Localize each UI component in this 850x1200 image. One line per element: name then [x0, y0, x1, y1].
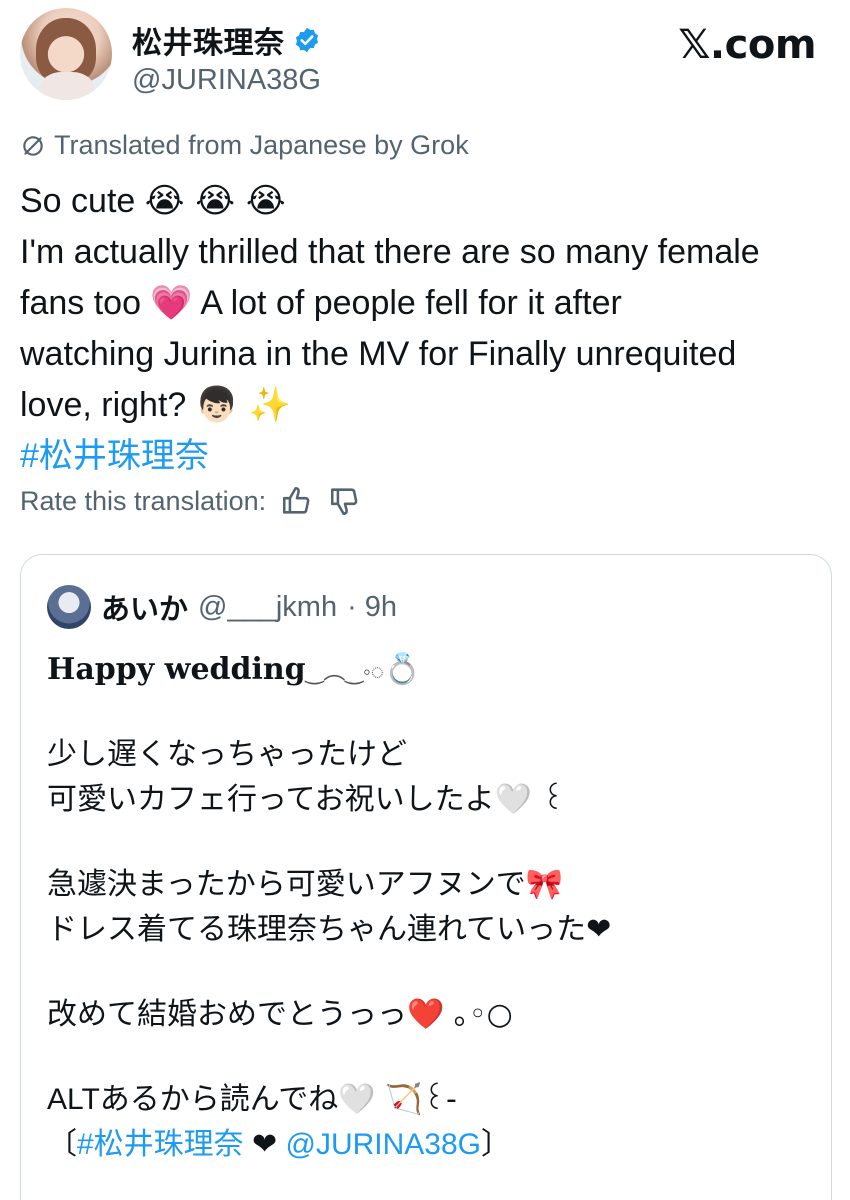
- quoted-avatar[interactable]: [47, 585, 91, 629]
- quoted-line-text: ALTあるから読んでね: [47, 1083, 339, 1116]
- tweet-line: So cute 😭 😭 😭: [20, 176, 835, 227]
- tweet-text: So cute 😭 😭 😭 I'm actually thrilled that…: [20, 176, 835, 482]
- quoted-line-text: 可愛いカフェ行ってお祝いしたよ: [47, 783, 495, 816]
- title-decoration: ‿︵‿◦◌: [305, 659, 384, 684]
- quoted-line: 改めて結婚おめでとうっっ❤️ ｡◦○: [47, 992, 807, 1037]
- quoted-tweet[interactable]: あいか @___jkmh · 9h Happy wedding‿︵‿◦◌💍 少し…: [20, 554, 832, 1200]
- name-row: 松井珠理奈: [132, 18, 321, 62]
- tweet-line: love, right? 👦🏻 ✨: [20, 380, 835, 431]
- tweet-line-text: A lot of people fell for it after: [192, 284, 622, 322]
- quoted-line: 〔#松井珠理奈 ❤ @JURINA38G〕: [47, 1122, 807, 1167]
- quoted-handle[interactable]: @___jkmh: [198, 591, 337, 624]
- quoted-tweet-text: Happy wedding‿︵‿◦◌💍 少し遅くなっちゃったけど 可愛いカフェ行…: [47, 647, 807, 1167]
- quoted-line: ALTあるから読んでね🤍 🏹꒰-: [47, 1077, 807, 1122]
- rate-label: Rate this translation:: [20, 485, 267, 516]
- black-heart-emoji: ❤: [586, 912, 612, 947]
- tweet-line: fans too 💗 A lot of people fell for it a…: [20, 278, 835, 329]
- bow-arrow-emoji: 🤍 🏹꒰-: [338, 1082, 457, 1117]
- quoted-line: Happy wedding‿︵‿◦◌💍: [47, 647, 807, 692]
- boy-sparkles-emoji: 👦🏻 ✨: [195, 385, 292, 425]
- quoted-line: 少し遅くなっちゃったけど: [47, 738, 407, 771]
- ribbon-emoji: 🎀: [525, 867, 564, 902]
- grok-translate-icon: [23, 135, 43, 156]
- quoted-hashtag-link[interactable]: #松井珠理奈: [77, 1128, 244, 1161]
- quoted-line: 可愛いカフェ行ってお祝いしたよ🤍 ꒰: [47, 777, 807, 822]
- tweet-line-text: So cute: [20, 182, 145, 220]
- quoted-line: 急遽決まったから可愛いアフヌンで🎀: [47, 862, 807, 907]
- ring-emoji: 💍: [383, 652, 422, 687]
- quoted-line: ドレス着てる珠理奈ちゃん連れていった❤: [47, 907, 807, 952]
- bracket-close: 〕: [481, 1128, 512, 1161]
- tweet-line: I'm actually thrilled that there are so …: [20, 233, 760, 271]
- mention-link[interactable]: @JURINA38G: [286, 1128, 482, 1161]
- red-heart-emoji: ❤️ ｡◦○: [407, 997, 513, 1032]
- heart-emoji: 💗: [150, 283, 193, 323]
- tweet-line: watching Jurina in the MV for Finally un…: [20, 335, 737, 373]
- verified-badge-icon: [295, 27, 318, 53]
- avatar[interactable]: [20, 8, 112, 100]
- user-handle[interactable]: @JURINA38G: [132, 64, 321, 97]
- tweet-header: 松井珠理奈 @JURINA38G 𝕏.com: [20, 8, 830, 108]
- black-heart-emoji: ❤: [252, 1128, 278, 1161]
- x-com-logo: 𝕏.com: [678, 22, 816, 68]
- quoted-time: · 9h: [347, 590, 398, 623]
- tweet-line-text: fans too: [20, 284, 151, 322]
- hashtag-link[interactable]: #松井珠理奈: [20, 431, 835, 482]
- tweet-line-text: love, right?: [20, 386, 196, 424]
- thumbs-up-icon[interactable]: [280, 484, 314, 518]
- translation-note: Translated from Japanese by Grok: [20, 130, 469, 161]
- translation-label: Translated from Japanese by Grok: [54, 130, 469, 160]
- quoted-tweet-header: あいか @___jkmh · 9h: [47, 585, 397, 629]
- quoted-line-text: 改めて結婚おめでとうっっ: [47, 998, 407, 1031]
- wedding-title: Happy wedding: [47, 652, 306, 687]
- thumbs-down-icon[interactable]: [328, 484, 362, 518]
- display-name[interactable]: 松井珠理奈: [132, 18, 285, 62]
- rate-translation: Rate this translation:: [20, 484, 362, 518]
- quoted-line-text: 急遽決まったから可愛いアフヌンで: [47, 868, 526, 901]
- crying-emoji: 😭 😭 😭: [144, 181, 286, 221]
- quoted-display-name[interactable]: あいか: [101, 586, 188, 628]
- quoted-line-text: ドレス着てる珠理奈ちゃん連れていった: [47, 913, 587, 946]
- white-heart-emoji: 🤍 ꒰: [494, 782, 565, 817]
- tweet-screenshot: 松井珠理奈 @JURINA38G 𝕏.com Translated from J…: [0, 0, 850, 1200]
- bracket-open: 〔: [47, 1128, 77, 1161]
